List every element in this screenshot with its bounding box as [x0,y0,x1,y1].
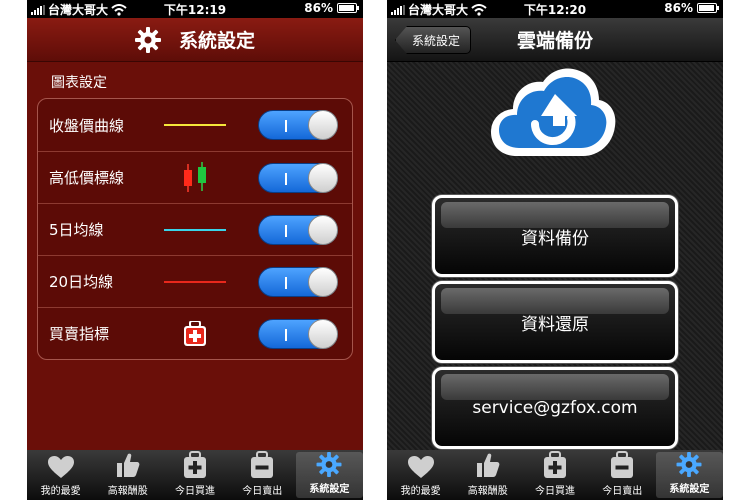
tab-buy-today[interactable]: 今日買進 [161,450,228,500]
sell-bag-icon [611,451,634,478]
battery-icon [697,3,719,13]
page-title: 雲端備份 [516,30,593,52]
thumbs-up-icon [116,453,140,477]
buy-bag-icon [184,451,206,478]
tab-label: 我的最愛 [40,486,81,497]
battery-percent: 86% [304,1,333,15]
backup-content: 資料備份 資料還原 service@gzfox.com [387,62,723,450]
tab-label: 今日賣出 [242,486,283,497]
heart-icon [47,456,74,478]
setting-label: 收盤價曲線 [49,116,125,135]
signal-toggle[interactable] [258,318,338,349]
back-button[interactable]: 系統設定 [395,26,472,54]
thumbs-up-icon [476,453,500,477]
tab-bar: 我的最愛 高報酬股 今日買進 今日賣出 系統設定 [27,450,363,500]
backup-data-button[interactable]: 資料備份 [432,195,678,277]
tab-label: 系統設定 [309,484,350,495]
high-low-toggle[interactable] [258,162,338,193]
setting-label: 買賣指標 [49,325,110,343]
setting-row-ma5: 5日均線 [38,203,352,255]
tab-settings[interactable]: 系統設定 [295,452,363,498]
tab-label: 今日買進 [175,486,215,497]
red-line-indicator [163,262,227,302]
tab-label: 我的最愛 [400,486,441,497]
button-label: 資料備份 [521,228,589,249]
yellow-line-indicator [163,105,227,145]
setting-row-ma20: 20日均線 [38,255,352,307]
tab-bar: 我的最愛 高報酬股 今日買進 今日賣出 系統設定 [387,450,723,500]
chart-settings-group: 收盤價曲線 高低價標線 5日均線 20日均線 買賣指標 [37,98,353,360]
gear-icon [676,452,702,477]
tab-high-return[interactable]: 高報酬股 [454,450,521,500]
restore-data-button[interactable]: 資料還原 [432,281,678,363]
ma20-toggle[interactable] [258,266,338,297]
setting-label: 20日均線 [49,273,114,291]
ma5-toggle[interactable] [258,214,338,245]
tab-favorites[interactable]: 我的最愛 [387,450,454,500]
settings-screen: 台灣大哥大 下午12:19 86% 系統設定 圖表設定 收盤價曲線 高低價標線 … [27,0,363,500]
tab-label: 高報酬股 [107,486,148,497]
close-price-toggle[interactable] [258,110,338,140]
heart-icon [407,456,434,478]
tab-settings[interactable]: 系統設定 [655,452,723,498]
gear-icon [316,452,342,477]
status-bar: 台灣大哥大 下午12:19 86% [27,0,363,18]
tab-label: 今日賣出 [602,486,643,497]
settings-content: 圖表設定 收盤價曲線 高低價標線 5日均線 20日均線 買賣指標 [27,62,363,450]
section-title: 圖表設定 [51,75,107,91]
tab-label: 系統設定 [669,484,710,495]
setting-label: 5日均線 [49,221,104,239]
cloud-backup-screen: 台灣大哥大 下午12:20 86% 系統設定 雲端備份 資料備份 資料還原 se… [387,0,723,500]
tab-favorites[interactable]: 我的最愛 [27,450,94,500]
setting-row-high-low: 高低價標線 [38,151,352,203]
buy-bag-icon [544,451,566,478]
gear-icon [134,26,161,53]
cyan-line-indicator [163,210,227,250]
candles-icon [163,158,227,198]
battery-status: 86% [304,1,359,15]
tab-buy-today[interactable]: 今日買進 [521,450,588,500]
setting-label: 高低價標線 [49,169,125,187]
medkit-icon [163,314,227,354]
nav-bar: 系統設定 [27,18,363,62]
tab-sell-today[interactable]: 今日賣出 [229,450,296,500]
tab-sell-today[interactable]: 今日賣出 [589,450,656,500]
button-label: 資料還原 [521,314,589,335]
cloud-upload-icon [487,64,619,176]
setting-row-close-price: 收盤價曲線 [38,99,352,151]
battery-percent: 86% [664,1,693,15]
battery-status: 86% [664,1,719,15]
setting-row-signal: 買賣指標 [38,307,352,359]
battery-icon [337,3,359,13]
sell-bag-icon [251,451,274,478]
page-title: 系統設定 [178,30,255,52]
nav-bar: 系統設定 雲端備份 [387,18,723,62]
tab-label: 今日買進 [535,486,575,497]
button-label: service@gzfox.com [472,398,638,418]
status-bar: 台灣大哥大 下午12:20 86% [387,0,723,18]
tab-high-return[interactable]: 高報酬股 [94,450,161,500]
tab-label: 高報酬股 [467,486,508,497]
contact-email-button[interactable]: service@gzfox.com [432,367,678,449]
